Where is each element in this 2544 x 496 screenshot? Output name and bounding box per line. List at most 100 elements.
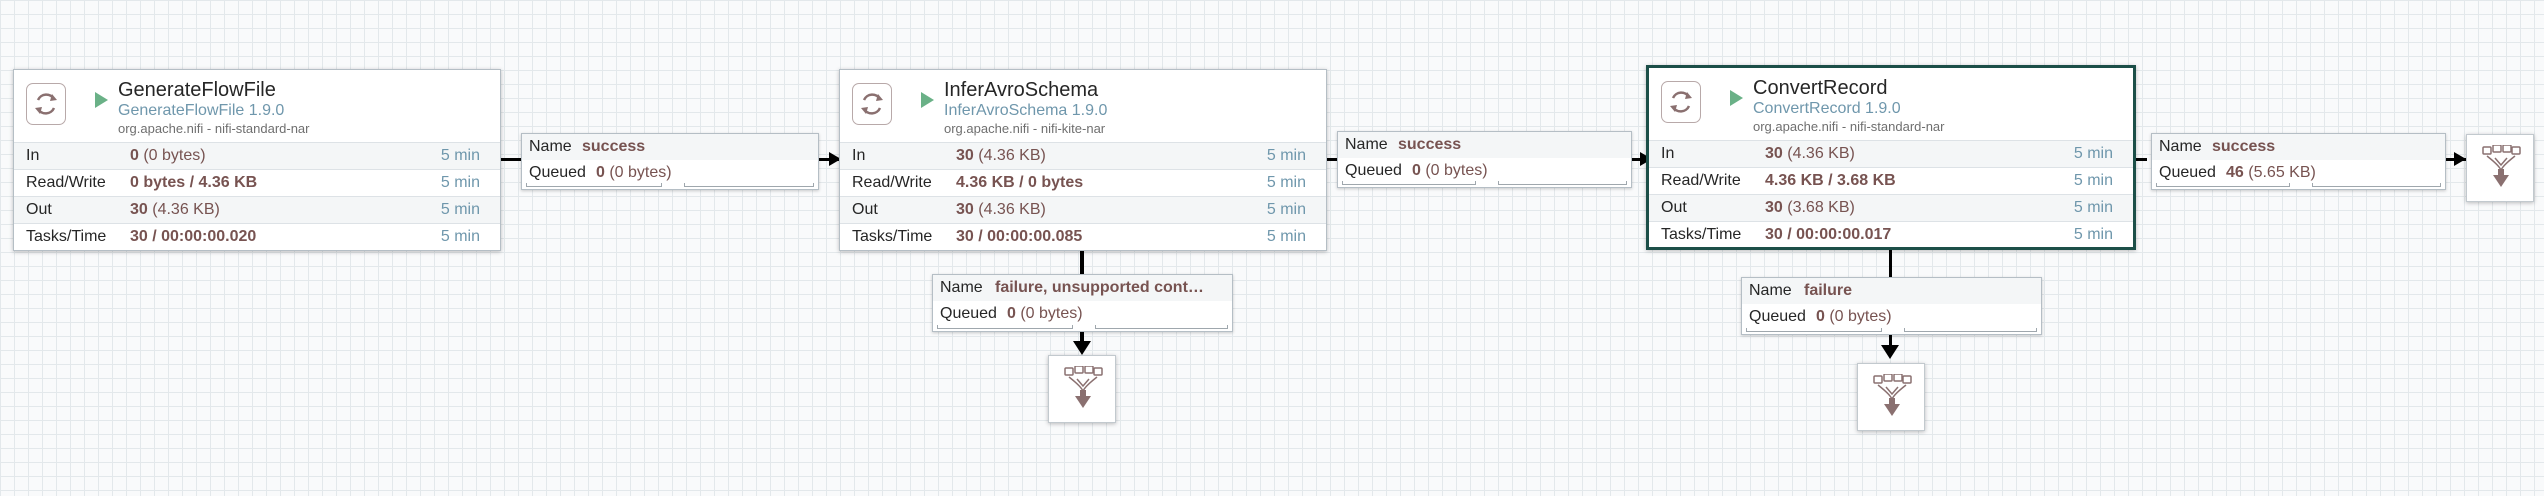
stat-time: 5 min	[1266, 228, 1306, 245]
connection-label-success[interactable]: Name success Queued 0 (0 bytes)	[1337, 131, 1632, 188]
queued-value: 0 (0 bytes)	[1816, 308, 1892, 325]
stat-time: 5 min	[440, 228, 480, 245]
stat-value: 30 (4.36 KB)	[130, 201, 220, 218]
stat-label: Out	[852, 201, 878, 218]
queued-value: 0 (0 bytes)	[1007, 305, 1083, 322]
queue-progress-bar	[933, 325, 1232, 329]
stat-value: 30 / 00:00:00.085	[956, 228, 1083, 245]
stat-label: In	[1661, 145, 1675, 162]
funnel-icon	[2482, 145, 2521, 187]
connection-name-label: Name	[1749, 282, 1792, 299]
connection-label-success[interactable]: Name success Queued 0 (0 bytes)	[521, 133, 819, 190]
arrow-head-icon	[1073, 341, 1091, 355]
stat-row-out: Out 30 (3.68 KB) 5 min	[1649, 194, 2133, 221]
stat-label: Read/Write	[1661, 172, 1741, 189]
stat-row-in: In 0 (0 bytes) 5 min	[14, 142, 500, 169]
connection-name: success	[582, 138, 646, 155]
connection-line[interactable]	[1080, 250, 1084, 277]
stat-value: 30 (4.36 KB)	[956, 201, 1046, 218]
connection-label-failure[interactable]: Name failure Queued 0 (0 bytes)	[1741, 277, 2042, 335]
stat-row-read-write: Read/Write 0 bytes / 4.36 KB 5 min	[14, 169, 500, 196]
funnel-icon	[1873, 374, 1912, 416]
stat-time: 5 min	[440, 147, 480, 164]
processor-type: InferAvroSchema 1.9.0	[944, 102, 1108, 119]
stat-label: Out	[1661, 199, 1687, 216]
stat-label: Read/Write	[852, 174, 932, 191]
connection-name-label: Name	[1345, 136, 1388, 153]
processor-type: ConvertRecord 1.9.0	[1753, 100, 1901, 117]
stat-label: In	[26, 147, 40, 164]
processor-name: InferAvroSchema	[944, 79, 1099, 101]
queue-progress-bar	[1338, 181, 1631, 185]
stat-row-tasks-time: Tasks/Time 30 / 00:00:00.017 5 min	[1649, 221, 2133, 248]
queue-progress-bar	[1742, 328, 2041, 332]
stat-row-tasks-time: Tasks/Time 30 / 00:00:00.085 5 min	[840, 223, 1326, 250]
stat-row-read-write: Read/Write 4.36 KB / 0 bytes 5 min	[840, 169, 1326, 196]
stat-value: 4.36 KB / 0 bytes	[956, 174, 1084, 191]
stat-value: 30 (3.68 KB)	[1765, 199, 1855, 216]
processor-type: GenerateFlowFile 1.9.0	[118, 102, 285, 119]
stat-time: 5 min	[440, 201, 480, 218]
stat-row-in: In 30 (4.36 KB) 5 min	[840, 142, 1326, 169]
processor-generateflowfile[interactable]: GenerateFlowFile GenerateFlowFile 1.9.0 …	[13, 69, 501, 251]
stat-label: In	[852, 147, 866, 164]
stat-time: 5 min	[440, 174, 480, 191]
stat-time: 5 min	[2073, 172, 2113, 189]
connection-name: success	[2212, 138, 2276, 155]
processor-bundle: org.apache.nifi - nifi-standard-nar	[118, 121, 310, 136]
stat-row-in: In 30 (4.36 KB) 5 min	[1649, 140, 2133, 167]
queue-progress-bar	[2152, 183, 2445, 187]
play-icon	[95, 92, 108, 108]
stat-label: Tasks/Time	[26, 228, 107, 245]
funnel-bottom-2[interactable]	[1857, 363, 1925, 431]
processor-name: GenerateFlowFile	[118, 79, 276, 101]
stat-time: 5 min	[2073, 145, 2113, 162]
stat-time: 5 min	[1266, 174, 1306, 191]
connection-label-success[interactable]: Name success Queued 46 (5.65 KB)	[2151, 133, 2446, 190]
stat-value: 30 (4.36 KB)	[1765, 145, 1855, 162]
stat-time: 5 min	[1266, 201, 1306, 218]
connection-name-label: Name	[529, 138, 572, 155]
stat-row-out: Out 30 (4.36 KB) 5 min	[14, 196, 500, 223]
processor-bundle: org.apache.nifi - nifi-kite-nar	[944, 121, 1106, 136]
play-icon	[1730, 90, 1743, 106]
connection-name-label: Name	[940, 279, 983, 296]
stat-label: Tasks/Time	[1661, 226, 1742, 243]
queued-label: Queued	[940, 305, 997, 322]
processor-bundle: org.apache.nifi - nifi-standard-nar	[1753, 119, 1945, 134]
processor-icon	[852, 83, 892, 125]
processor-convertrecord[interactable]: ConvertRecord ConvertRecord 1.9.0 org.ap…	[1646, 65, 2136, 250]
arrow-head-icon	[1881, 345, 1899, 359]
connection-name: failure	[1804, 282, 1853, 299]
arrow-head-icon	[2454, 152, 2466, 166]
stat-time: 5 min	[2073, 226, 2113, 243]
stat-value: 0 bytes / 4.36 KB	[130, 174, 258, 191]
funnel-bottom-1[interactable]	[1048, 355, 1116, 423]
connection-name: success	[1398, 136, 1462, 153]
connection-line[interactable]	[1889, 250, 1892, 277]
stat-value: 0 (0 bytes)	[130, 147, 206, 164]
stat-time: 5 min	[1266, 147, 1306, 164]
queued-label: Queued	[1749, 308, 1806, 325]
stat-label: Read/Write	[26, 174, 106, 191]
stat-value: 30 (4.36 KB)	[956, 147, 1046, 164]
processor-icon	[1661, 81, 1701, 123]
connection-label-failure-unsupported[interactable]: Name failure, unsupported cont… Queued 0 (…	[932, 274, 1233, 332]
stat-time: 5 min	[2073, 199, 2113, 216]
stat-row-out: Out 30 (4.36 KB) 5 min	[840, 196, 1326, 223]
stat-row-tasks-time: Tasks/Time 30 / 00:00:00.020 5 min	[14, 223, 500, 250]
connection-line[interactable]	[500, 158, 522, 161]
processor-inferavroschema[interactable]: InferAvroSchema InferAvroSchema 1.9.0 or…	[839, 69, 1327, 251]
processor-name: ConvertRecord	[1753, 77, 1888, 99]
stat-label: Tasks/Time	[852, 228, 933, 245]
connection-name: failure, unsupported cont…	[995, 279, 1204, 296]
funnel-right[interactable]	[2466, 134, 2534, 202]
stat-value: 30 / 00:00:00.020	[130, 228, 257, 245]
queue-progress-bar	[522, 183, 818, 187]
funnel-icon	[1064, 366, 1103, 408]
stat-label: Out	[26, 201, 52, 218]
stat-value: 30 / 00:00:00.017	[1765, 226, 1892, 243]
processor-icon	[26, 83, 66, 125]
connection-name-label: Name	[2159, 138, 2202, 155]
stat-value: 4.36 KB / 3.68 KB	[1765, 172, 1896, 189]
